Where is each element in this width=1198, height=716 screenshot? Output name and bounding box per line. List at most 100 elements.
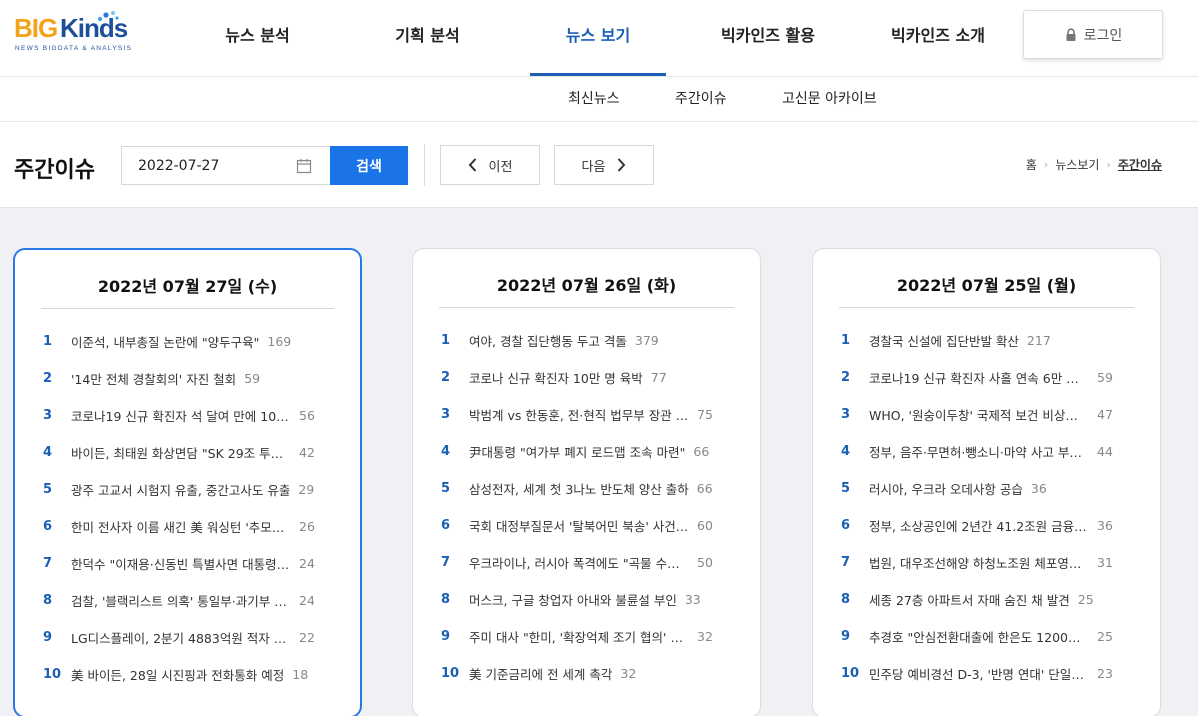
- issue-item[interactable]: 9 추경호 "안심전환대출에 한은도 1200억 출자" 25: [841, 618, 1144, 655]
- subnav-old-newspaper-archive[interactable]: 고신문 아카이브: [782, 77, 877, 121]
- issue-rank: 3: [43, 408, 53, 423]
- issue-headline[interactable]: 한덕수 "이재용·신동빈 특별사면 대통령 결단": [71, 554, 291, 573]
- date-input[interactable]: [122, 147, 292, 184]
- issue-item[interactable]: 2 '14만 전체 경찰회의' 자진 철회 59: [43, 360, 344, 397]
- lock-icon: [1066, 27, 1076, 41]
- issue-item[interactable]: 1 여야, 경찰 집단행동 두고 격돌 379: [441, 322, 744, 359]
- issue-rank: 2: [441, 370, 451, 385]
- issue-headline[interactable]: 민주당 예비경선 D-3, '반명 연대' 단일화 변수: [869, 664, 1089, 683]
- issue-headline[interactable]: 러시아, 우크라 오데사항 공습: [869, 479, 1023, 498]
- issue-rank: 1: [441, 333, 451, 348]
- issue-item[interactable]: 1 이준석, 내부총질 논란에 "양두구육" 169: [43, 323, 344, 360]
- issue-headline[interactable]: 세종 27층 아파트서 자매 숨진 채 발견: [869, 590, 1070, 609]
- issue-card[interactable]: 2022년 07월 26일 (화) 1 여야, 경찰 집단행동 두고 격돌 3 7 9 …: [412, 248, 761, 716]
- issue-headline[interactable]: 한미 전사자 이름 새긴 美 워싱턴 '추모의 벽': [71, 517, 291, 536]
- issue-item[interactable]: 7 우크라이나, 러시아 폭격에도 "곡물 수출 재개" 50: [441, 544, 744, 581]
- issue-headline[interactable]: 법원, 대우조선해양 하청노조원 체포영장 기각: [869, 553, 1089, 572]
- calendar-icon[interactable]: [296, 158, 312, 174]
- issue-count: 59: [244, 371, 261, 386]
- subnav-latest-news[interactable]: 최신뉴스: [568, 77, 620, 121]
- breadcrumb-section[interactable]: 뉴스보기: [1055, 156, 1099, 173]
- next-label: 다음: [581, 159, 606, 175]
- issue-item[interactable]: 4 尹대통령 "여가부 폐지 로드맵 조속 마련" 66: [441, 433, 744, 470]
- issue-item[interactable]: 5 광주 고교서 시험지 유출, 중간고사도 유출 29: [43, 471, 344, 508]
- nav-bigkinds-use[interactable]: 빅카인즈 활용: [708, 0, 828, 76]
- issue-headline[interactable]: 코로나19 신규 확진자 사흘 연속 6만 명대: [869, 368, 1089, 387]
- issue-count: 77: [650, 370, 667, 385]
- issue-rank: 2: [43, 371, 53, 386]
- issue-rank: 5: [441, 481, 451, 496]
- issue-headline[interactable]: 추경호 "안심전환대출에 한은도 1200억 출자": [869, 627, 1089, 646]
- issue-headline[interactable]: 정부, 소상공인에 2년간 41.2조원 금융지원: [869, 516, 1089, 535]
- prev-button[interactable]: 이전: [440, 145, 540, 185]
- issue-headline[interactable]: 우크라이나, 러시아 폭격에도 "곡물 수출 재개": [469, 553, 689, 572]
- issue-item[interactable]: 2 코로나 신규 확진자 10만 명 육박 77: [441, 359, 744, 396]
- nav-planned-analysis[interactable]: 기획 분석: [385, 0, 470, 76]
- issue-headline[interactable]: 코로나 신규 확진자 10만 명 육박: [469, 368, 643, 387]
- issue-card[interactable]: 2022년 07월 25일 (월) 1 경찰국 신설에 집단반발 확산 217 2 코…: [812, 248, 1161, 716]
- issue-rank: 8: [43, 593, 53, 608]
- breadcrumb-separator-icon: ›: [1106, 158, 1111, 171]
- issue-card[interactable]: 2022년 07월 27일 (수) 1 이준석, 내부총질 논란에 "양두구육" 1…: [13, 248, 362, 716]
- issue-item[interactable]: 10 美 바이든, 28일 시진핑과 전화통화 예정 18: [43, 656, 344, 693]
- issue-headline[interactable]: 코로나19 신규 확진자 석 달여 만에 10만명대: [71, 406, 291, 425]
- issue-headline[interactable]: 광주 고교서 시험지 유출, 중간고사도 유출: [71, 480, 290, 499]
- next-button[interactable]: 다음: [554, 145, 654, 185]
- search-button[interactable]: 검색: [330, 146, 408, 185]
- issue-headline[interactable]: '14만 전체 경찰회의' 자진 철회: [71, 369, 236, 388]
- issue-item[interactable]: 10 민주당 예비경선 D-3, '반명 연대' 단일화 변수 23: [841, 655, 1144, 692]
- subnav-weekly-issues[interactable]: 주간이슈: [675, 77, 727, 121]
- issue-item[interactable]: 8 머스크, 구글 창업자 아내와 불륜설 부인 33: [441, 581, 744, 618]
- issue-item[interactable]: 5 삼성전자, 세계 첫 3나노 반도체 양산 출하 66: [441, 470, 744, 507]
- issue-headline[interactable]: 머스크, 구글 창업자 아내와 불륜설 부인: [469, 590, 677, 609]
- issue-headline[interactable]: 이준석, 내부총질 논란에 "양두구육": [71, 332, 259, 351]
- issue-headline[interactable]: 삼성전자, 세계 첫 3나노 반도체 양산 출하: [469, 479, 689, 498]
- issue-count: 169: [267, 334, 292, 349]
- issue-count: 32: [697, 629, 713, 644]
- issue-item[interactable]: 6 국회 대정부질문서 '탈북어민 북송' 사건 공방 60: [441, 507, 744, 544]
- login-label: 로그인: [1083, 27, 1123, 44]
- issue-headline[interactable]: 여야, 경찰 집단행동 두고 격돌: [469, 331, 627, 350]
- toolbar-divider: [424, 144, 425, 186]
- issue-item[interactable]: 7 한덕수 "이재용·신동빈 특별사면 대통령 결단" 24: [43, 545, 344, 582]
- issue-item[interactable]: 3 박범계 vs 한동훈, 전·현직 법무부 장관 격돌 75: [441, 396, 744, 433]
- bigkinds-logo[interactable]: BIG Kinds NEWS BIGDATA & ANALYSIS: [14, 11, 144, 57]
- card-date: 2022년 07월 27일 (수): [41, 273, 334, 309]
- breadcrumb-current[interactable]: 주간이슈: [1118, 156, 1162, 173]
- issue-item[interactable]: 6 한미 전사자 이름 새긴 美 워싱턴 '추모의 벽' 26: [43, 508, 344, 545]
- issue-headline[interactable]: 美 기준금리에 전 세계 촉각: [469, 664, 612, 683]
- issue-rank: 4: [841, 444, 851, 459]
- nav-bigkinds-intro[interactable]: 빅카인즈 소개: [878, 0, 998, 76]
- issue-item[interactable]: 9 주미 대사 "한미, '확장억제 조기 협의' 공감" 32: [441, 618, 744, 655]
- nav-news-view[interactable]: 뉴스 보기: [530, 0, 666, 76]
- issue-item[interactable]: 3 WHO, '원숭이두창' 국제적 보건 비상사태 선포 47: [841, 396, 1144, 433]
- issue-headline[interactable]: WHO, '원숭이두창' 국제적 보건 비상사태 선포: [869, 405, 1089, 424]
- issue-item[interactable]: 2 코로나19 신규 확진자 사흘 연속 6만 명대 59: [841, 359, 1144, 396]
- issue-item[interactable]: 8 검찰, '블랙리스트 의혹' 통일부·과기부 압수수색 24: [43, 582, 344, 619]
- issue-headline[interactable]: 바이든, 최태원 화상면담 "SK 29조 투자 감사": [71, 443, 291, 462]
- issue-rank: 9: [441, 629, 451, 644]
- issue-item[interactable]: 5 러시아, 우크라 오데사항 공습 36: [841, 470, 1144, 507]
- issue-headline[interactable]: LG디스플레이, 2분기 4883억원 적자 전환: [71, 628, 291, 647]
- issue-item[interactable]: 6 정부, 소상공인에 2년간 41.2조원 금융지원 36: [841, 507, 1144, 544]
- issue-item[interactable]: 4 정부, 음주·무면허·뺑소니·마약 사고 부담금 상향 44: [841, 433, 1144, 470]
- date-field[interactable]: [121, 146, 331, 185]
- issue-item[interactable]: 1 경찰국 신설에 집단반발 확산 217: [841, 322, 1144, 359]
- issue-item[interactable]: 7 법원, 대우조선해양 하청노조원 체포영장 기각 31: [841, 544, 1144, 581]
- issue-item[interactable]: 4 바이든, 최태원 화상면담 "SK 29조 투자 감사" 42: [43, 434, 344, 471]
- issue-headline[interactable]: 美 바이든, 28일 시진핑과 전화통화 예정: [71, 665, 284, 684]
- issue-item[interactable]: 9 LG디스플레이, 2분기 4883억원 적자 전환 22: [43, 619, 344, 656]
- login-button[interactable]: 로그인: [1023, 10, 1163, 59]
- issue-headline[interactable]: 국회 대정부질문서 '탈북어민 북송' 사건 공방: [469, 516, 689, 535]
- issue-headline[interactable]: 尹대통령 "여가부 폐지 로드맵 조속 마련": [469, 442, 685, 461]
- issue-headline[interactable]: 박범계 vs 한동훈, 전·현직 법무부 장관 격돌: [469, 405, 689, 424]
- issue-item[interactable]: 10 美 기준금리에 전 세계 촉각 32: [441, 655, 744, 692]
- issue-headline[interactable]: 검찰, '블랙리스트 의혹' 통일부·과기부 압수수색: [71, 591, 291, 610]
- issue-headline[interactable]: 주미 대사 "한미, '확장억제 조기 협의' 공감": [469, 627, 689, 646]
- issue-headline[interactable]: 정부, 음주·무면허·뺑소니·마약 사고 부담금 상향: [869, 442, 1089, 461]
- nav-news-analysis[interactable]: 뉴스 분석: [215, 0, 300, 76]
- breadcrumb-home[interactable]: 홈: [1026, 156, 1037, 173]
- issue-item[interactable]: 3 코로나19 신규 확진자 석 달여 만에 10만명대 56: [43, 397, 344, 434]
- issue-item[interactable]: 8 세종 27층 아파트서 자매 숨진 채 발견 25: [841, 581, 1144, 618]
- issue-headline[interactable]: 경찰국 신설에 집단반발 확산: [869, 331, 1019, 350]
